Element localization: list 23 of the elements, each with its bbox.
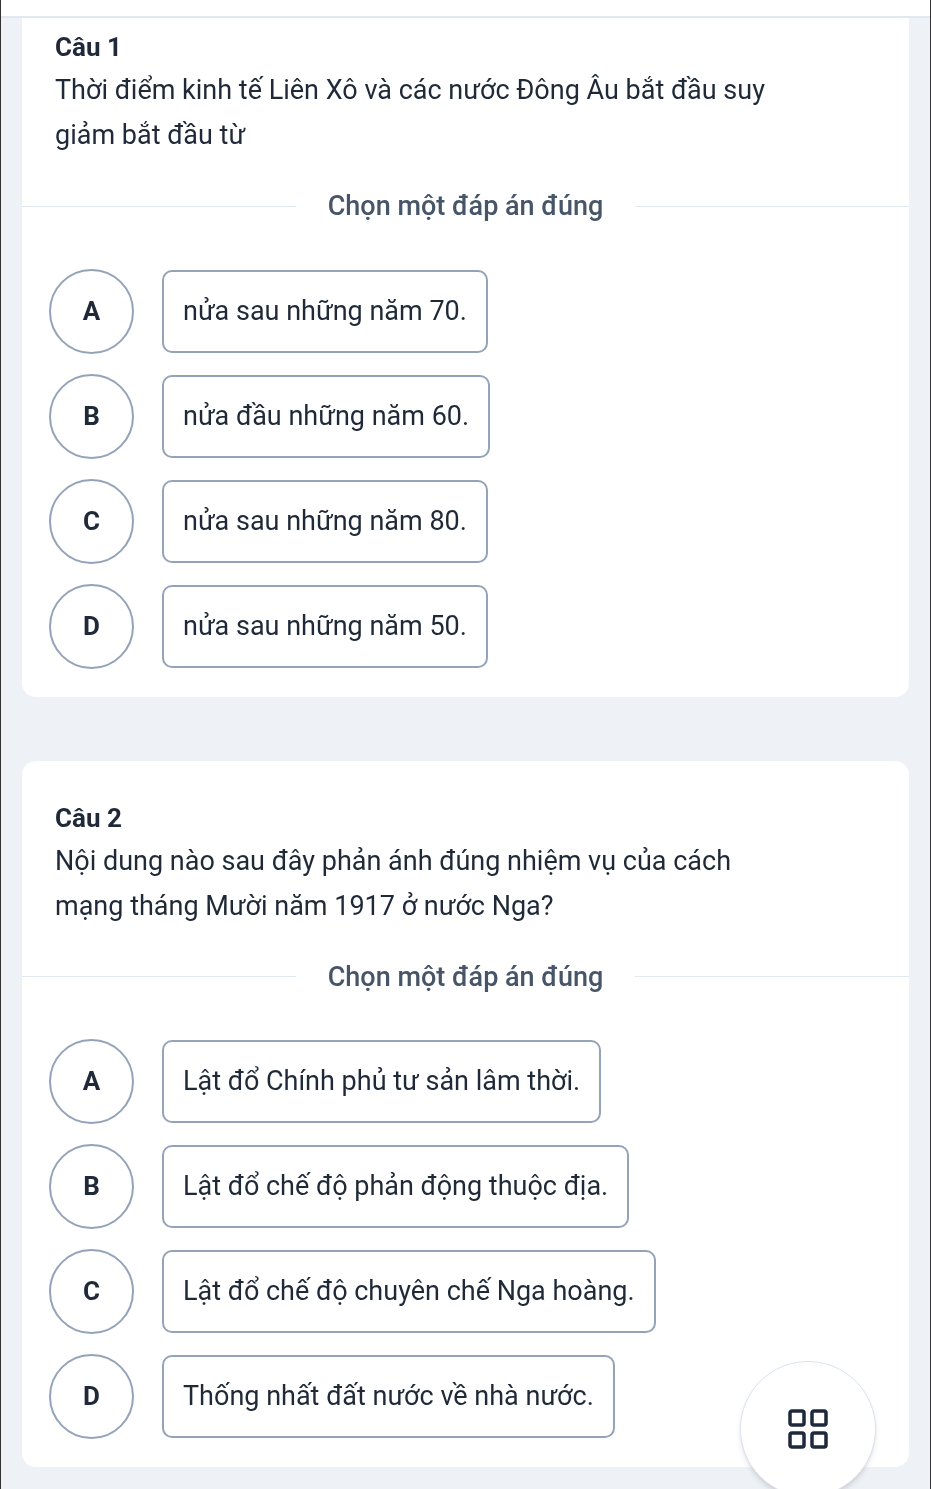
option-button[interactable]: Lật đổ Chính phủ tư sản lâm thời.: [162, 1040, 602, 1123]
question-text: Thời điểm kinh tế Liên Xô và các nước Đông Âu bắt đầu suy giảm bắt đầu từ: [55, 73, 766, 153]
option-letter[interactable]: D: [49, 583, 134, 669]
option-button[interactable]: nửa sau những năm 50.: [162, 584, 488, 668]
option-letter[interactable]: C: [49, 1249, 134, 1334]
option-letter[interactable]: A: [49, 1039, 134, 1124]
grid-icon: [788, 1409, 828, 1449]
option-letter[interactable]: C: [49, 478, 134, 564]
option-button[interactable]: nửa sau những năm 80.: [162, 479, 488, 563]
question-number: Câu 1: [55, 31, 123, 64]
option-letter[interactable]: D: [49, 1354, 134, 1439]
option-letter[interactable]: A: [49, 268, 134, 354]
answer-prompt: Chọn một đáp án đúng: [326, 189, 605, 224]
option-letter[interactable]: B: [49, 373, 134, 459]
question-text: Nội dung nào sau đây phản ánh đúng nhiệm vụ của cách mạng tháng Mười năm 1917 ở nước Nga?: [55, 843, 732, 924]
answer-prompt: Chọn một đáp án đúng: [326, 959, 605, 995]
option-button[interactable]: Thống nhất đất nước về nhà nước.: [162, 1355, 615, 1438]
option-button[interactable]: nửa sau những năm 70.: [162, 269, 488, 353]
option-button[interactable]: nửa đầu những năm 60.: [162, 374, 491, 458]
question-number: Câu 2: [55, 801, 123, 835]
option-button[interactable]: Lật đổ chế độ chuyên chế Nga hoàng.: [162, 1250, 656, 1333]
option-button[interactable]: Lật đổ chế độ phản động thuộc địa.: [162, 1145, 630, 1228]
option-letter[interactable]: B: [49, 1144, 134, 1229]
